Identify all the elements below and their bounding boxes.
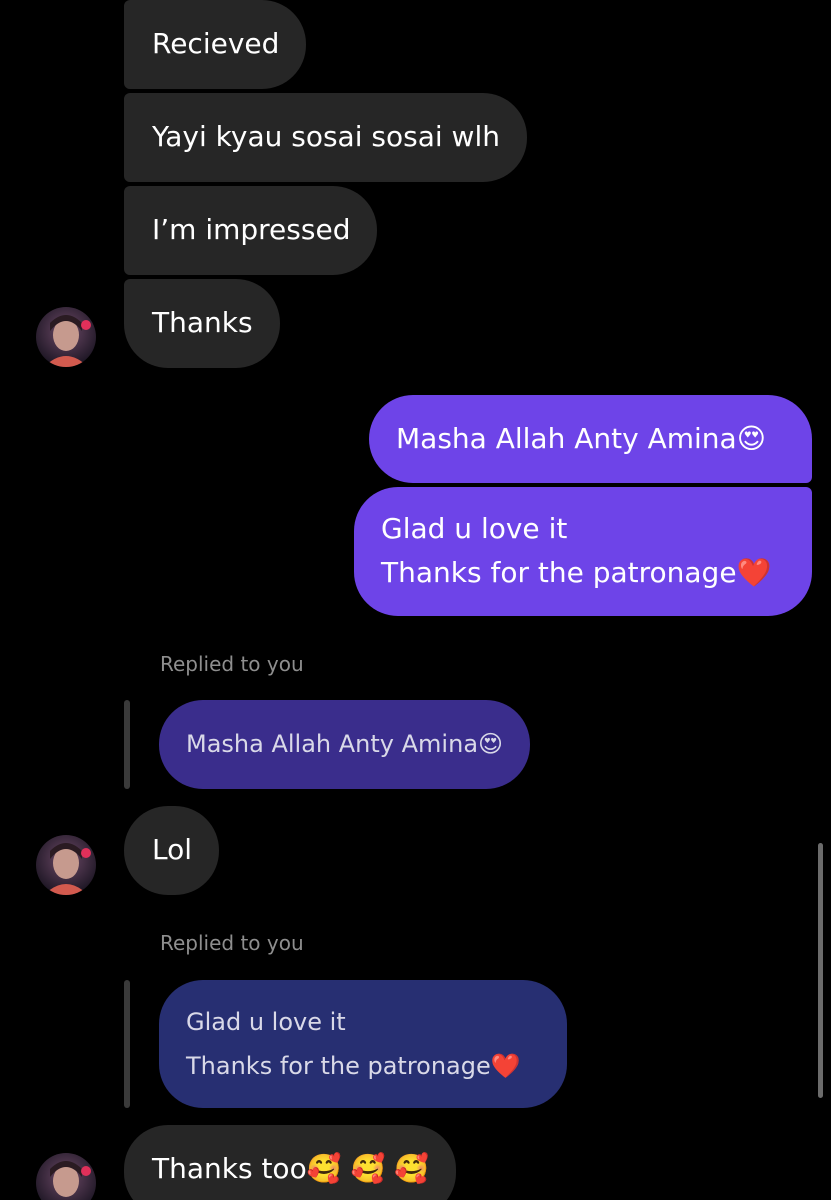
- avatar-image: [36, 307, 96, 367]
- contact-avatar[interactable]: [36, 307, 96, 367]
- message-text: Masha Allah Anty Amina😍: [396, 422, 766, 455]
- message-bubble-received[interactable]: Recieved: [124, 0, 307, 89]
- message-bubble-received[interactable]: Thanks too🥰 🥰 🥰: [124, 1125, 457, 1200]
- avatar-image: [36, 835, 96, 895]
- quoted-message[interactable]: Glad u love it Thanks for the patronage❤…: [159, 980, 567, 1108]
- message-text: Lol: [152, 833, 193, 866]
- message-text: Thanks too🥰 🥰 🥰: [152, 1152, 430, 1185]
- message-text: I’m impressed: [152, 213, 351, 246]
- message-text-line: Glad u love it: [381, 512, 568, 545]
- chat-thread: Recieved Yayi kyau sosai sosai wlh I’m i…: [0, 0, 831, 1200]
- message-bubble-received[interactable]: Yayi kyau sosai sosai wlh: [124, 93, 527, 182]
- quoted-message[interactable]: Masha Allah Anty Amina😍: [159, 700, 531, 789]
- message-bubble-received[interactable]: I’m impressed: [124, 186, 378, 275]
- quoted-message-text-line: Glad u love it: [186, 1008, 346, 1036]
- message-text: Thanks: [152, 306, 253, 339]
- message-text: Yayi kyau sosai sosai wlh: [152, 120, 500, 153]
- message-bubble-sent[interactable]: Masha Allah Anty Amina😍: [369, 395, 812, 483]
- contact-avatar[interactable]: [36, 835, 96, 895]
- replied-to-you-label: Replied to you: [160, 931, 304, 955]
- avatar-image: [36, 1153, 96, 1200]
- message-bubble-received[interactable]: Lol: [124, 806, 220, 895]
- contact-avatar[interactable]: [36, 1153, 96, 1200]
- message-text: Recieved: [152, 27, 280, 60]
- quoted-message-text-line: Thanks for the patronage❤️: [186, 1052, 521, 1080]
- scrollbar[interactable]: [818, 843, 823, 1098]
- message-text-line: Thanks for the patronage❤️: [381, 556, 772, 589]
- message-bubble-sent[interactable]: Glad u love it Thanks for the patronage❤…: [354, 487, 812, 616]
- replied-to-you-label: Replied to you: [160, 652, 304, 676]
- reply-indicator-bar: [124, 980, 130, 1108]
- message-bubble-received[interactable]: Thanks: [124, 279, 280, 368]
- quoted-message-text: Masha Allah Anty Amina😍: [186, 730, 504, 758]
- reply-indicator-bar: [124, 700, 130, 789]
